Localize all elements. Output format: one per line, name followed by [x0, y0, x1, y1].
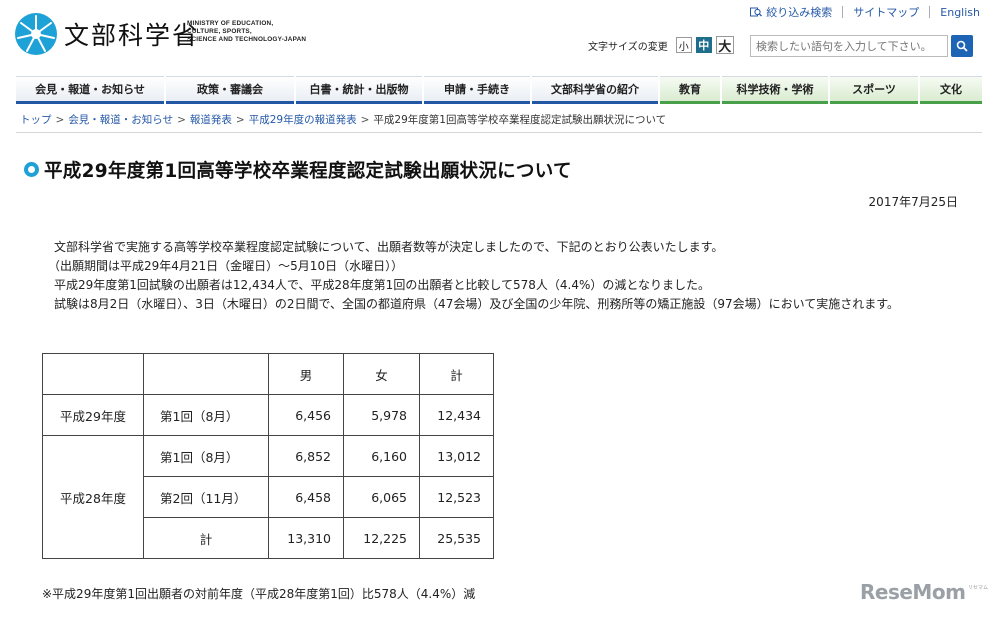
filter-search-label: 絞り込み検索 [766, 6, 833, 19]
ministry-logo-icon[interactable] [14, 12, 58, 56]
table-corner-cell [42, 353, 144, 395]
male-cell: 13,310 [268, 517, 344, 559]
nav-sports[interactable]: スポーツ [830, 76, 918, 104]
total-cell: 12,523 [419, 476, 494, 518]
session-cell: 第2回（11月） [143, 476, 269, 518]
footnote: ※平成29年度第1回出願者の対前年度（平成28年度第1回）比578人（4.4%）… [42, 587, 476, 601]
male-cell: 6,458 [268, 476, 344, 518]
font-size-controls: 文字サイズの変更 小 中 大 [588, 36, 734, 55]
year-cell: 平成29年度 [42, 394, 144, 436]
total-cell: 13,012 [419, 435, 494, 477]
sitemap-link[interactable]: サイトマップ [853, 4, 919, 20]
year-cell: 平成28年度 [42, 435, 144, 559]
search-input[interactable] [750, 35, 948, 57]
header-total: 計 [419, 353, 494, 395]
nav-press[interactable]: 会見・報道・お知らせ [16, 76, 164, 104]
total-cell: 12,434 [419, 394, 494, 436]
logo-title[interactable]: 文部科学省 [64, 16, 199, 52]
breadcrumb-h29-releases[interactable]: 平成29年度の報道発表 [249, 114, 357, 126]
global-nav: 会見・報道・お知らせ 政策・審議会 白書・統計・出版物 申請・手続き 文部科学省… [16, 76, 982, 104]
top-links: 絞り込み検索 サイトマップ English [750, 4, 980, 20]
paragraph: （出願期間は平成29年4月21日（金曜日）～5月10日（水曜日）） [42, 259, 404, 273]
nav-culture[interactable]: 文化 [920, 76, 982, 104]
font-size-small-button[interactable]: 小 [675, 37, 692, 53]
table-corner-cell [143, 353, 269, 395]
female-cell: 12,225 [343, 517, 420, 559]
female-cell: 5,978 [343, 394, 420, 436]
paragraph: 平成29年度第1回試験の出願者は12,434人で、平成28年度第1回の出願者と比… [42, 278, 710, 292]
breadcrumb: トップ > 会見・報道・お知らせ > 報道発表 > 平成29年度の報道発表 > 平成29年度第1… [20, 112, 666, 127]
paragraph: 文部科学省で実施する高等学校卒業程度認定試験について、出願者数等が決定しましたの… [42, 240, 724, 254]
nav-about[interactable]: 文部科学省の紹介 [532, 76, 658, 104]
session-cell: 第1回（8月） [143, 394, 269, 436]
search-icon [956, 40, 968, 52]
resemom-watermark: ReseMom [860, 580, 966, 604]
male-cell: 6,852 [268, 435, 344, 477]
breadcrumb-separator: > [360, 114, 370, 126]
nav-whitepaper[interactable]: 白書・統計・出版物 [296, 76, 422, 104]
paragraph: 試験は8月2日（水曜日）、3日（木曜日）の2日間で、全国の都道府県（47会場）及… [42, 297, 900, 311]
table-row: 平成29年度 第1回（8月） 6,456 5,978 12,434 [42, 394, 494, 436]
nav-science[interactable]: 科学技術・学術 [722, 76, 828, 104]
title-bullet-icon [24, 162, 39, 177]
font-size-large-button[interactable]: 大 [715, 36, 734, 55]
magnifier-icon [750, 7, 763, 17]
nav-education[interactable]: 教育 [660, 76, 720, 104]
female-cell: 6,160 [343, 435, 420, 477]
breadcrumb-separator: > [55, 114, 65, 126]
divider [929, 6, 931, 18]
session-cell: 計 [143, 517, 269, 559]
breadcrumb-current: 平成29年度第1回高等学校卒業程度認定試験出願状況について [373, 114, 667, 126]
header-male: 男 [268, 353, 344, 395]
body-text: 文部科学省で実施する高等学校卒業程度認定試験について、出願者数等が決定しましたの… [42, 238, 962, 314]
font-size-label: 文字サイズの変更 [588, 41, 668, 53]
font-size-medium-button[interactable]: 中 [695, 37, 712, 53]
filter-search-link[interactable]: 絞り込み検索 [750, 4, 832, 20]
header-female: 女 [343, 353, 420, 395]
breadcrumb-separator: > [177, 114, 186, 126]
table-row: 平成28年度 第1回（8月） 6,852 6,160 13,012 [42, 435, 494, 559]
nav-application[interactable]: 申請・手続き [424, 76, 530, 104]
logo-subtitle: MINISTRY OF EDUCATION, CULTURE, SPORTS, … [187, 20, 306, 44]
breadcrumb-press[interactable]: 会見・報道・お知らせ [68, 114, 173, 126]
resemom-watermark-small: リセマム [968, 585, 989, 591]
breadcrumb-top[interactable]: トップ [20, 114, 52, 126]
breadcrumb-releases[interactable]: 報道発表 [190, 114, 232, 126]
divider [842, 6, 844, 18]
site-header: 文部科学省 MINISTRY OF EDUCATION, CULTURE, SP… [0, 0, 1000, 74]
page-title: 平成29年度第1回高等学校卒業程度認定試験出願状況について [44, 161, 572, 182]
applicants-table: 男 女 計 平成29年度 第1回（8月） 6,456 5,978 12,434 … [42, 353, 494, 559]
publish-date: 2017年7月25日 [868, 195, 958, 209]
logo-sub-line: CULTURE, SPORTS, [187, 28, 252, 35]
male-cell: 6,456 [268, 394, 344, 436]
logo-sub-line: SCIENCE AND TECHNOLOGY-JAPAN [187, 36, 307, 43]
session-cell: 第1回（8月） [143, 435, 269, 477]
breadcrumb-divider [16, 132, 982, 133]
english-link[interactable]: English [940, 6, 980, 19]
breadcrumb-separator: > [235, 114, 245, 126]
table-header-row: 男 女 計 [42, 353, 494, 395]
search-button[interactable] [951, 35, 973, 57]
nav-policy[interactable]: 政策・審議会 [166, 76, 294, 104]
total-cell: 25,535 [419, 517, 494, 559]
logo-sub-line: MINISTRY OF EDUCATION, [187, 20, 274, 27]
female-cell: 6,065 [343, 476, 420, 518]
